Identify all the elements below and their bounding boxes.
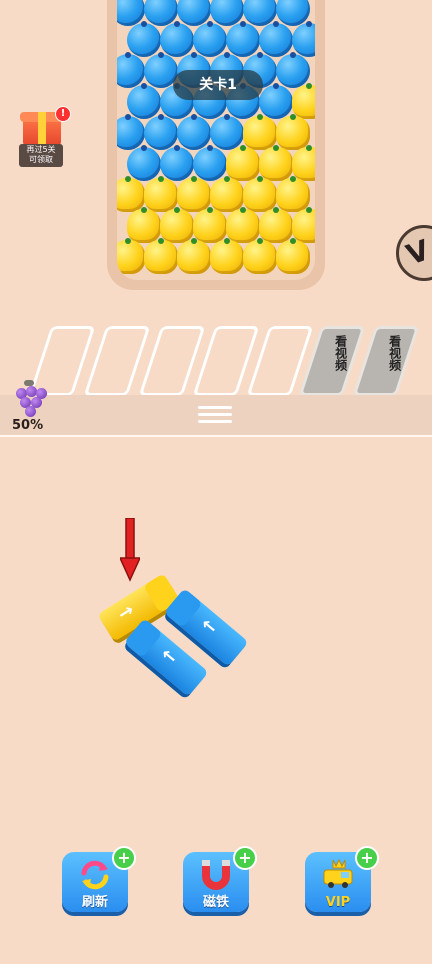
yellow-pepper-icon: [243, 114, 277, 150]
blue-fruit-icon: [177, 114, 211, 150]
blue-fruit-icon: [144, 0, 178, 26]
fruit-pile: [117, 0, 315, 280]
blue-fruit-icon: [259, 83, 293, 119]
blue-fruit-icon: [276, 52, 310, 88]
yellow-pepper-icon: [117, 238, 145, 274]
gift-ribbon: [38, 112, 46, 146]
blue-fruit-icon: [127, 145, 161, 181]
add-icon: +: [112, 846, 136, 870]
blue-fruit-icon: [259, 21, 293, 57]
yellow-pepper-icon: [292, 83, 315, 119]
magnet-button[interactable]: 磁铁 +: [183, 846, 257, 912]
vip-label: VIP: [325, 895, 351, 910]
magnet-label: 磁铁: [202, 895, 229, 910]
locked-slot-label: 看视频: [333, 335, 348, 371]
gift-text-line2: 可领取: [29, 155, 53, 164]
blue-fruit-icon: [226, 21, 260, 57]
yellow-pepper-icon: [276, 238, 310, 274]
parking-slot-2: [83, 326, 151, 396]
yellow-pepper-icon: [210, 176, 244, 212]
hint-arrow-icon: [120, 518, 140, 582]
vip-truck-icon: [323, 858, 353, 888]
grape-icon: [10, 378, 52, 418]
arrow-left-icon: ←: [156, 643, 182, 670]
yellow-pepper-icon: [276, 176, 310, 212]
locked-slot-video-2[interactable]: 看视频: [352, 326, 420, 396]
yellow-pepper-icon: [259, 207, 293, 243]
blue-fruit-icon: [160, 21, 194, 57]
arrow-right-icon: →: [114, 599, 139, 626]
blue-fruit-icon: [243, 0, 277, 26]
blue-fruit-icon: [127, 83, 161, 119]
refresh-label: 刷新: [81, 895, 108, 910]
side-emblem-button[interactable]: V: [396, 225, 432, 281]
refresh-icon: [81, 860, 109, 890]
blue-fruit-icon: [117, 114, 145, 150]
yellow-pepper-icon: [292, 207, 315, 243]
drag-handle-icon[interactable]: [198, 402, 232, 430]
blue-fruit-icon: [193, 21, 227, 57]
blue-fruit-icon: [276, 0, 310, 26]
add-icon: +: [355, 846, 379, 870]
yellow-pepper-icon: [177, 238, 211, 274]
refresh-button[interactable]: 刷新 +: [62, 846, 136, 912]
blue-fruit-icon: [193, 145, 227, 181]
yellow-pepper-icon: [226, 207, 260, 243]
arrow-left-icon: ←: [196, 613, 222, 640]
blue-fruit-icon: [127, 21, 161, 57]
blue-fruit-icon: [292, 21, 315, 57]
gift-alert-badge: !: [55, 106, 71, 122]
yellow-pepper-icon: [177, 176, 211, 212]
yellow-pepper-icon: [144, 176, 178, 212]
gift-text: 再过5关 可领取: [19, 144, 63, 167]
gift-text-line1: 再过5关: [26, 145, 56, 154]
blue-fruit-icon: [160, 145, 194, 181]
magnet-icon: [202, 860, 230, 890]
blue-fruit-icon: [177, 0, 211, 26]
yellow-pepper-icon: [243, 176, 277, 212]
level-indicator: 关卡1: [173, 70, 263, 100]
add-icon: +: [233, 846, 257, 870]
blue-fruit-icon: [144, 114, 178, 150]
yellow-pepper-icon: [226, 145, 260, 181]
yellow-pepper-icon: [276, 114, 310, 150]
yellow-pepper-icon: [193, 207, 227, 243]
yellow-pepper-icon: [259, 145, 293, 181]
yellow-pepper-icon: [292, 145, 315, 181]
blue-fruit-icon: [210, 0, 244, 26]
yellow-pepper-icon: [243, 238, 277, 274]
emblem-icon: V: [402, 233, 432, 272]
locked-slot-label: 看视频: [387, 335, 402, 371]
yellow-pepper-icon: [210, 238, 244, 274]
yellow-pepper-icon: [160, 207, 194, 243]
fruit-progress-percent: 50%: [12, 418, 44, 433]
blue-fruit-icon: [210, 114, 244, 150]
vip-button[interactable]: VIP +: [305, 846, 379, 912]
yellow-pepper-icon: [127, 207, 161, 243]
yellow-pepper-icon: [117, 176, 145, 212]
blue-fruit-icon: [117, 52, 145, 88]
yellow-pepper-icon: [144, 238, 178, 274]
gift-reward-button[interactable]: ! 再过5关 可领取: [19, 106, 71, 167]
